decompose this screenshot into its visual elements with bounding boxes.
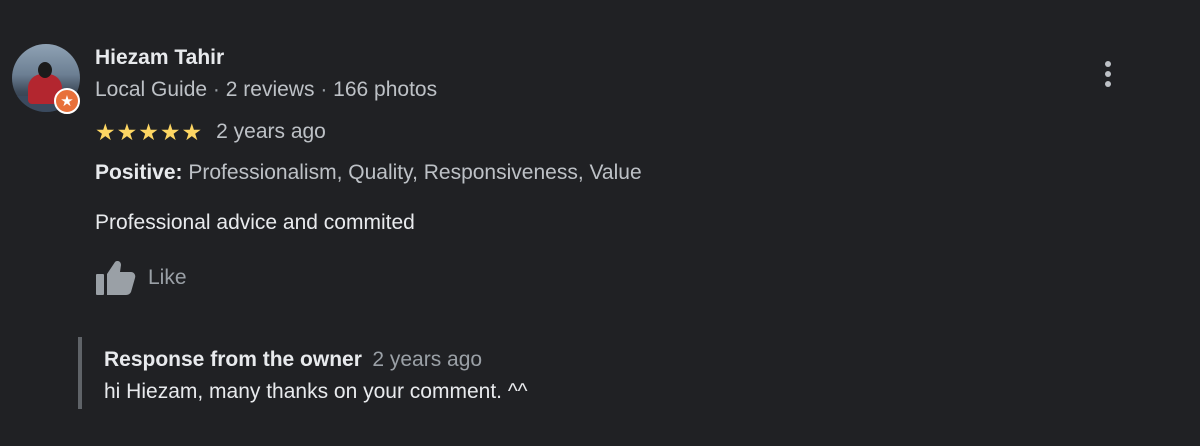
owner-response-header: Response from the owner 2 years ago [104,348,482,372]
positive-attributes: Positive: Professionalism, Quality, Resp… [95,161,642,185]
review-text: Professional advice and commited [95,211,415,234]
owner-response-text: hi Hiezam, many thanks on your comment. … [104,380,528,403]
like-label: Like [148,266,187,289]
thumbs-up-icon [94,259,136,297]
positive-values: Professionalism, Quality, Responsiveness… [188,161,642,184]
star-icon: ★ [159,118,181,145]
star-icon: ★ [95,118,116,145]
meta-separator: · [212,78,220,101]
owner-response-time: 2 years ago [372,348,483,371]
photo-count: 166 photos [333,78,438,101]
more-options-button[interactable] [1094,56,1122,92]
more-options-icon [1105,61,1111,67]
rating-row: ★ ★ ★ ★ ★ 2 years ago [95,118,326,146]
meta-separator: · [320,78,328,101]
star-rating: ★ ★ ★ ★ ★ [95,118,203,145]
review-card: ★ Hiezam Tahir Local Guide · 2 reviews ·… [0,0,1200,446]
positive-label: Positive: [95,161,183,184]
star-icon: ★ [138,118,159,145]
like-button[interactable]: Like [94,258,187,298]
owner-response-title: Response from the owner [104,348,362,371]
review-count: 2 reviews [225,78,315,101]
owner-response: Response from the owner 2 years ago hi H… [78,337,782,409]
star-icon: ★ [116,118,138,145]
local-guide-star-badge-icon: ★ [54,88,80,114]
star-icon: ★ [181,118,203,145]
local-guide-label: Local Guide [95,78,208,101]
reviewer-meta[interactable]: Local Guide · 2 reviews · 166 photos [95,78,437,102]
review-time: 2 years ago [216,120,326,143]
avatar[interactable]: ★ [12,44,80,114]
reviewer-name[interactable]: Hiezam Tahir [95,46,224,70]
